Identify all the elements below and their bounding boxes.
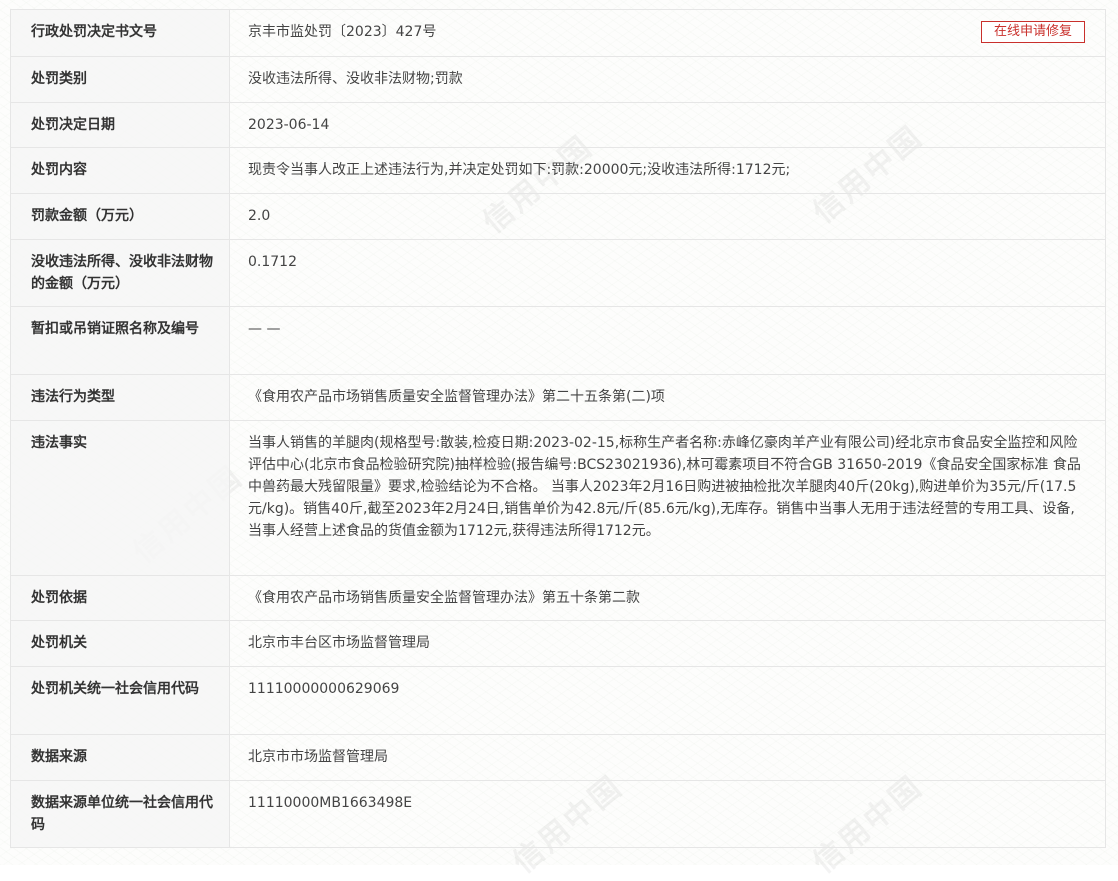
table-row: 数据来源单位统一社会信用代码 11110000MB1663498E (10, 780, 1106, 848)
row-label: 处罚机关 (10, 620, 230, 667)
row-value: 《食用农产品市场销售质量安全监督管理办法》第五十条第二款 (229, 575, 1106, 621)
row-value: 北京市市场监督管理局 (229, 734, 1106, 781)
row-value: 没收违法所得、没收非法财物;罚款 (229, 56, 1106, 103)
row-label: 处罚决定日期 (10, 102, 230, 148)
row-label: 行政处罚决定书文号 (10, 9, 230, 57)
table-row: 违法事实 当事人销售的羊腿肉(规格型号:散装,检疫日期:2023-02-15,标… (10, 420, 1106, 576)
row-value: 当事人销售的羊腿肉(规格型号:散装,检疫日期:2023-02-15,标称生产者名… (229, 420, 1106, 576)
table-row: 数据来源 北京市市场监督管理局 (10, 734, 1106, 781)
table-row: 暂扣或吊销证照名称及编号 — — (10, 306, 1106, 375)
repair-request-button[interactable]: 在线申请修复 (980, 20, 1085, 43)
row-value: — — (229, 306, 1106, 375)
table-row: 处罚决定日期 2023-06-14 (10, 102, 1106, 148)
row-value: 2023-06-14 (229, 102, 1106, 148)
row-label: 数据来源单位统一社会信用代码 (10, 780, 230, 848)
row-value: 11110000MB1663498E (229, 780, 1106, 848)
row-label: 处罚依据 (10, 575, 230, 621)
decision-number: 京丰市监处罚〔2023〕427号 (248, 24, 437, 40)
row-label: 罚款金额（万元） (10, 193, 230, 240)
table-row: 处罚机关 北京市丰台区市场监督管理局 (10, 620, 1106, 667)
table-row: 没收违法所得、没收非法财物的金额（万元） 0.1712 (10, 239, 1106, 307)
row-label: 处罚机关统一社会信用代码 (10, 666, 230, 735)
row-value: 《食用农产品市场销售质量安全监督管理办法》第二十五条第(二)项 (229, 374, 1106, 421)
penalty-info-table: 行政处罚决定书文号 京丰市监处罚〔2023〕427号 在线申请修复 处罚类别 没… (10, 9, 1106, 848)
row-value: 现责令当事人改正上述违法行为,并决定处罚如下:罚款:20000元;没收违法所得:… (229, 147, 1106, 194)
row-value: 0.1712 (229, 239, 1106, 307)
table-row: 行政处罚决定书文号 京丰市监处罚〔2023〕427号 在线申请修复 (10, 9, 1106, 57)
row-label: 数据来源 (10, 734, 230, 781)
row-label: 违法行为类型 (10, 374, 230, 421)
table-row: 处罚机关统一社会信用代码 11110000000629069 (10, 666, 1106, 735)
table-row: 处罚类别 没收违法所得、没收非法财物;罚款 (10, 56, 1106, 103)
table-row: 处罚依据 《食用农产品市场销售质量安全监督管理办法》第五十条第二款 (10, 575, 1106, 621)
row-label: 暂扣或吊销证照名称及编号 (10, 306, 230, 375)
table-row: 违法行为类型 《食用农产品市场销售质量安全监督管理办法》第二十五条第(二)项 (10, 374, 1106, 421)
row-value: 京丰市监处罚〔2023〕427号 在线申请修复 (229, 9, 1106, 57)
table-row: 处罚内容 现责令当事人改正上述违法行为,并决定处罚如下:罚款:20000元;没收… (10, 147, 1106, 194)
row-label: 违法事实 (10, 420, 230, 576)
table-row: 罚款金额（万元） 2.0 (10, 193, 1106, 240)
row-label: 处罚内容 (10, 147, 230, 194)
row-label: 处罚类别 (10, 56, 230, 103)
row-label: 没收违法所得、没收非法财物的金额（万元） (10, 239, 230, 307)
row-value: 11110000000629069 (229, 666, 1106, 735)
row-value: 2.0 (229, 193, 1106, 240)
row-value: 北京市丰台区市场监督管理局 (229, 620, 1106, 667)
